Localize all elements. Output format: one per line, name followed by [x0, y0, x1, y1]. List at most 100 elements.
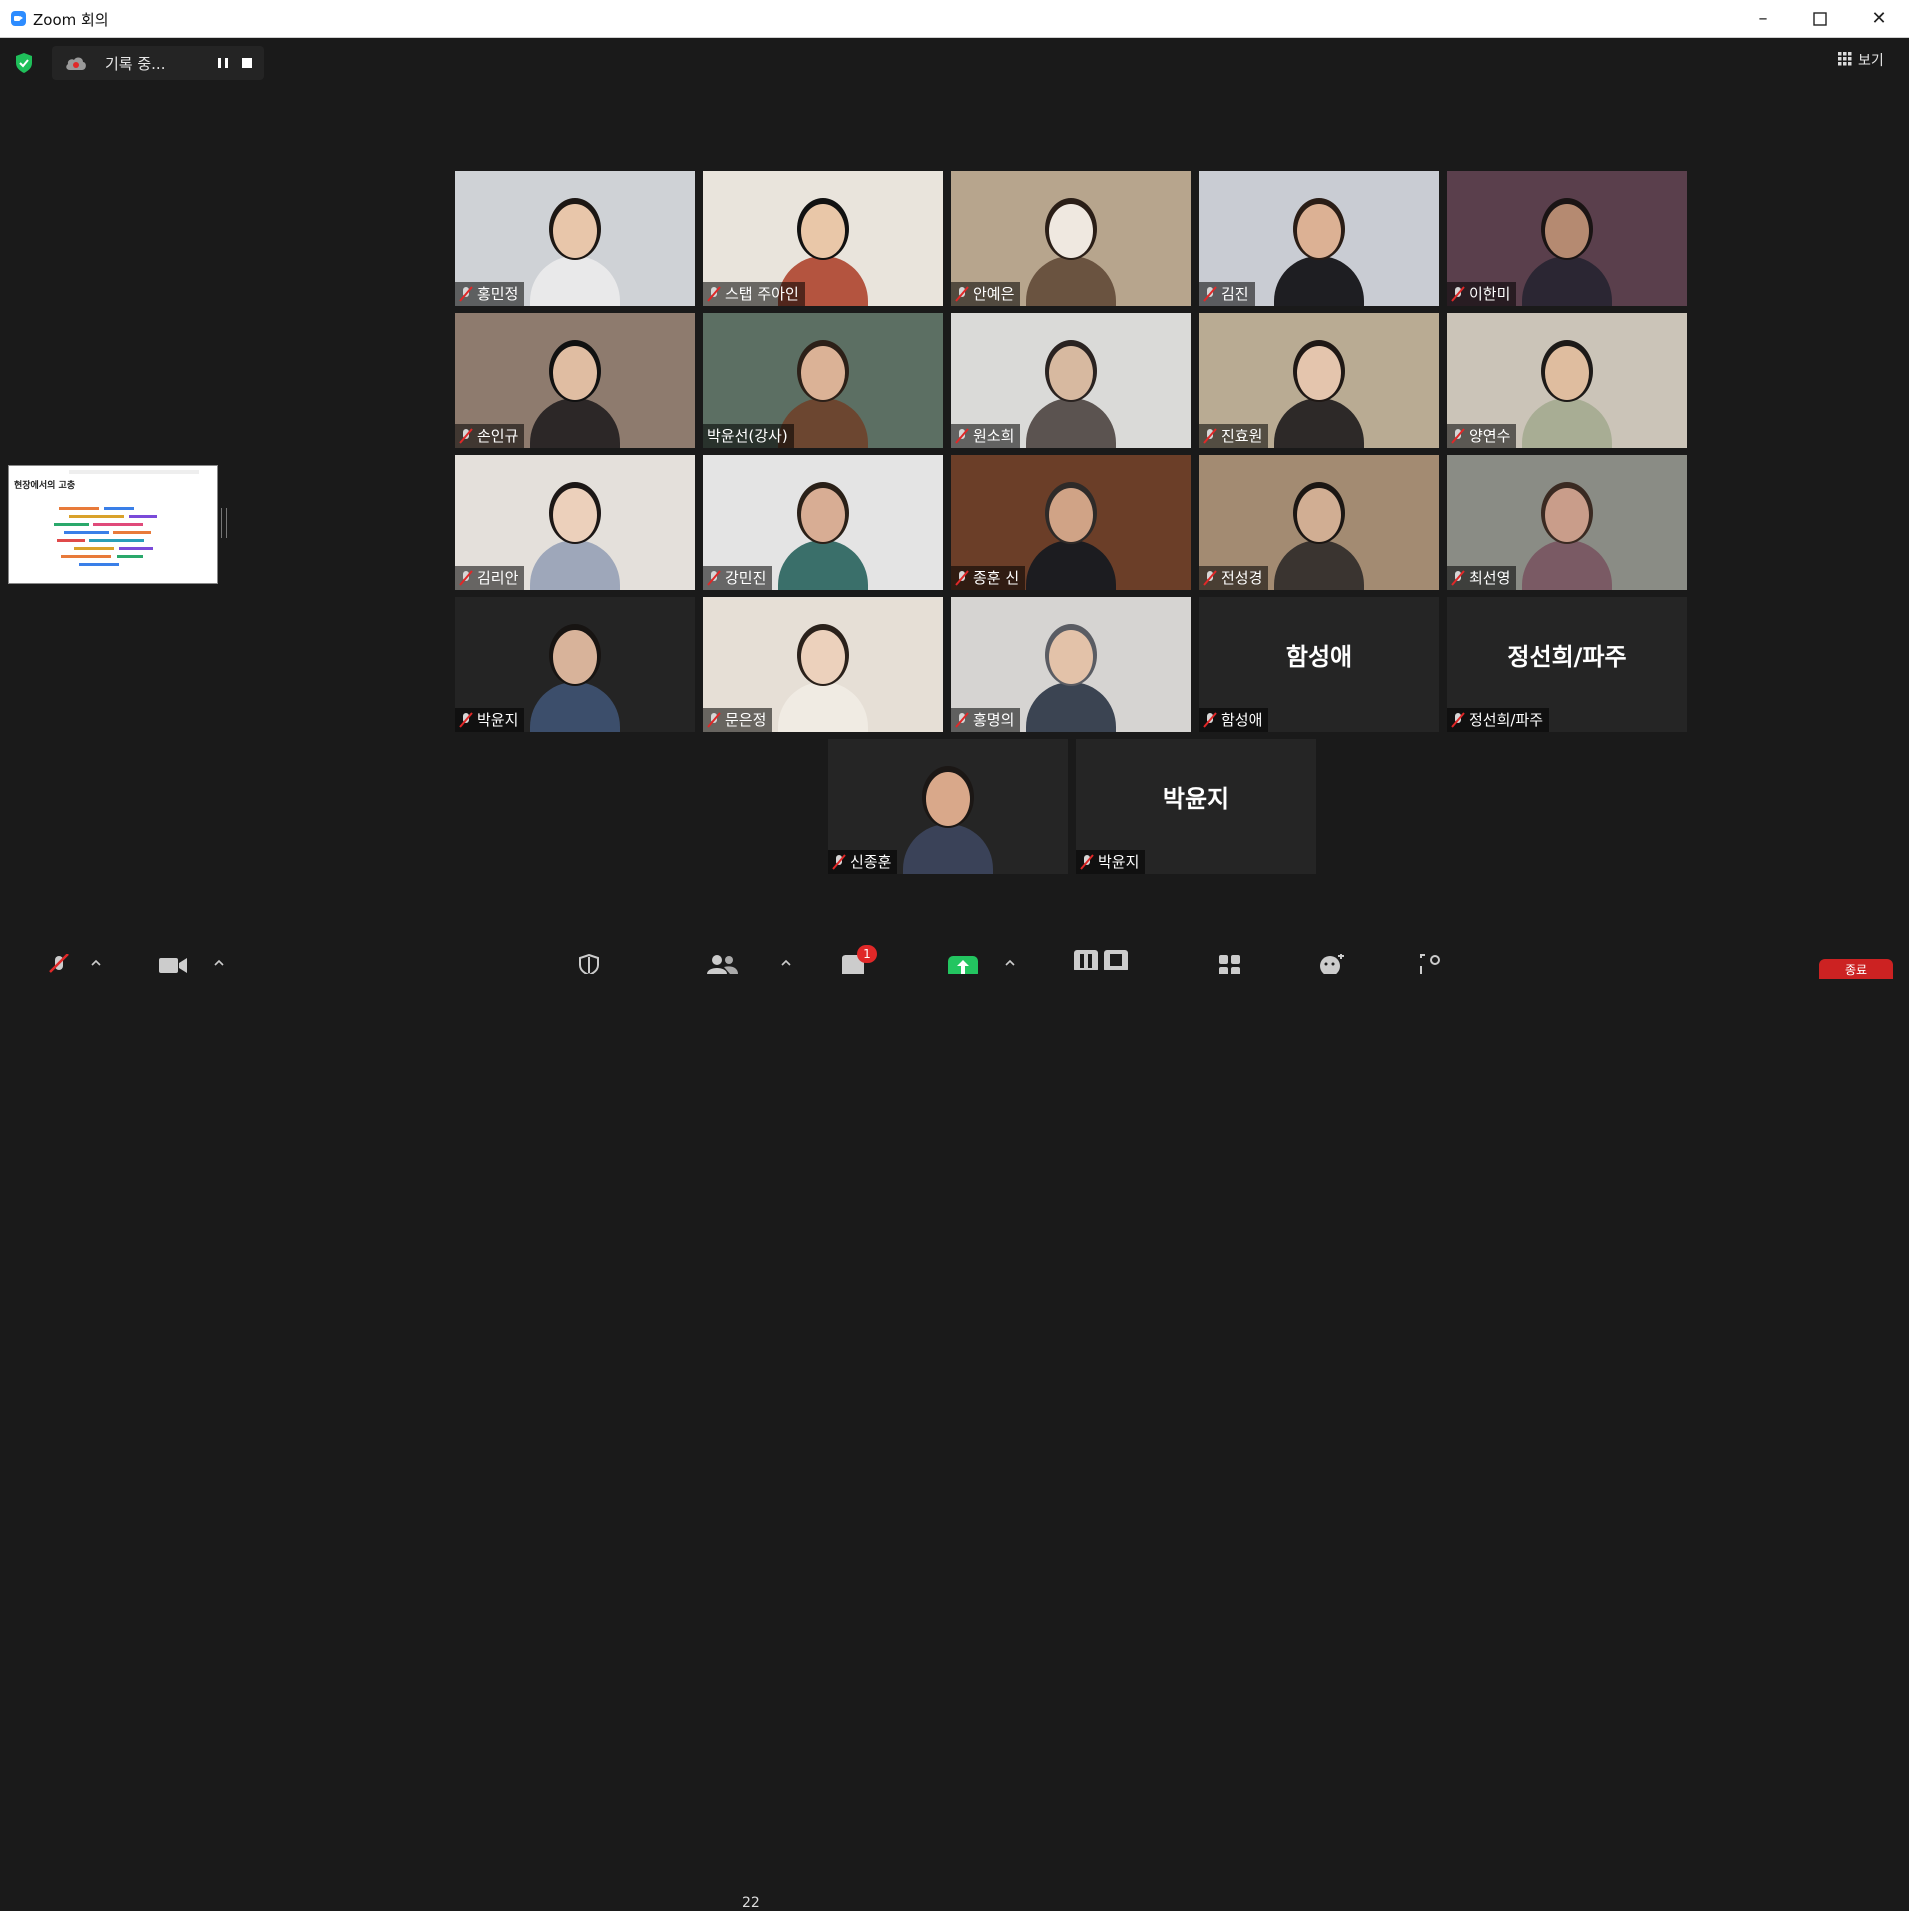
participant-tile[interactable]: 박윤지 박윤지 [1076, 739, 1316, 874]
minimize-button[interactable]: – [1740, 0, 1786, 37]
participant-name: 김진 [1221, 285, 1249, 303]
whiteboard-icon [1420, 954, 1440, 974]
participant-tile[interactable]: 이한미 [1447, 171, 1687, 306]
participant-name: 박윤지 [1098, 853, 1140, 871]
participant-nameplate: 진효원 [1199, 424, 1269, 448]
participant-tile[interactable]: 정선희/파주 정선희/파주 [1447, 597, 1687, 732]
participants-button[interactable] [706, 940, 742, 974]
participant-body [1026, 682, 1116, 732]
participant-body [530, 682, 620, 732]
participant-nameplate: 스탭 주아인 [703, 282, 805, 306]
more-button[interactable] [1418, 940, 1444, 974]
participant-figure [1026, 480, 1116, 590]
participant-face [801, 488, 845, 542]
participant-nameplate: 박윤지 [1076, 850, 1146, 874]
view-button[interactable]: 보기 [1838, 48, 1900, 72]
security-button[interactable] [578, 940, 606, 974]
chevron-up-icon [1005, 959, 1015, 966]
window-title: Zoom 회의 [33, 11, 109, 29]
participant-body [1522, 398, 1612, 448]
stop-recording-button[interactable] [236, 52, 258, 74]
mute-button[interactable] [46, 940, 86, 973]
security-shield-icon [579, 954, 599, 974]
participant-name-placeholder: 정선희/파주 [1507, 643, 1627, 671]
video-button[interactable] [158, 940, 198, 973]
participant-tile[interactable]: 안예은 [951, 171, 1191, 306]
participant-tile[interactable]: 홍명의 [951, 597, 1191, 732]
participant-tile[interactable]: 스탭 주아인 [703, 171, 943, 306]
participant-tile[interactable]: 김진 [1199, 171, 1439, 306]
reactions-button[interactable] [1318, 940, 1346, 974]
participant-tile[interactable]: 최선영 [1447, 455, 1687, 590]
chat-unread-badge: 1 [857, 945, 877, 963]
participants-icon [707, 955, 738, 974]
shared-screen-thumbnail[interactable]: 현장에서의 고충 [8, 465, 218, 584]
participant-tile[interactable]: 함성애 함성애 [1199, 597, 1439, 732]
panel-resize-handle[interactable] [221, 508, 227, 538]
video-options-caret[interactable] [213, 940, 229, 971]
participant-body [1274, 256, 1364, 306]
participant-tile[interactable]: 강민진 [703, 455, 943, 590]
participant-face [1049, 204, 1093, 258]
emoji-plus-icon [1320, 954, 1344, 974]
participant-tile[interactable]: 박윤지 [455, 597, 695, 732]
participant-nameplate: 박윤지 [455, 708, 525, 732]
participant-face [1049, 488, 1093, 542]
pause-recording-button[interactable] [212, 52, 234, 74]
meeting-toolbar: 22 [0, 940, 1909, 1911]
participant-tile[interactable]: 신종훈 [828, 739, 1068, 874]
participant-name: 최선영 [1469, 569, 1511, 587]
participant-nameplate: 박윤선(강사) [703, 424, 794, 448]
participant-face [801, 346, 845, 400]
apps-button[interactable] [1218, 940, 1244, 974]
end-meeting-button[interactable]: 종료 [1819, 959, 1893, 979]
participant-tile[interactable]: 김리안 [455, 455, 695, 590]
participant-nameplate: 신종훈 [828, 850, 898, 874]
participant-name: 홍민정 [477, 285, 519, 303]
participant-body [1274, 540, 1364, 590]
shield-icon[interactable] [14, 52, 34, 74]
participant-body [530, 398, 620, 448]
participant-tile[interactable]: 박윤선(강사) [703, 313, 943, 448]
participant-tile[interactable]: 양연수 [1447, 313, 1687, 448]
muted-mic-icon [459, 428, 473, 444]
record-controls[interactable] [1074, 940, 1132, 971]
participant-nameplate: 최선영 [1447, 566, 1517, 590]
participant-tile[interactable]: 전성경 [1199, 455, 1439, 590]
participant-name: 정선희/파주 [1469, 711, 1544, 729]
participant-tile[interactable]: 홍민정 [455, 171, 695, 306]
word-cloud-image [54, 507, 157, 566]
participant-face [553, 204, 597, 258]
participant-name: 함성애 [1221, 711, 1263, 729]
participant-name: 강민진 [725, 569, 767, 587]
muted-mic-icon [49, 954, 69, 973]
muted-mic-icon [1451, 570, 1465, 586]
participant-name: 이한미 [1469, 285, 1511, 303]
share-screen-button[interactable] [948, 940, 982, 974]
participants-options-caret[interactable] [780, 940, 796, 971]
maximize-icon [1813, 12, 1827, 26]
participant-tile[interactable]: 원소희 [951, 313, 1191, 448]
participant-name: 전성경 [1221, 569, 1263, 587]
participant-name-placeholder: 박윤지 [1162, 785, 1230, 813]
participant-tile[interactable]: 종훈 신 [951, 455, 1191, 590]
recording-indicator: 기록 중... [52, 46, 264, 80]
participant-body [778, 540, 868, 590]
participant-name: 신종훈 [850, 853, 892, 871]
share-options-caret[interactable] [1004, 940, 1020, 971]
close-button[interactable]: ✕ [1856, 0, 1902, 37]
audio-options-caret[interactable] [90, 940, 106, 971]
participant-figure [778, 622, 868, 732]
participant-tile[interactable]: 진효원 [1199, 313, 1439, 448]
participant-face [1049, 346, 1093, 400]
participant-tile[interactable]: 손인규 [455, 313, 695, 448]
muted-mic-icon [707, 570, 721, 586]
participant-figure [1522, 480, 1612, 590]
pause-stop-icon [1074, 950, 1128, 970]
maximize-button[interactable] [1797, 0, 1843, 37]
recording-label: 기록 중... [105, 55, 166, 73]
participant-name: 박윤지 [477, 711, 519, 729]
participant-body [1274, 398, 1364, 448]
participant-tile[interactable]: 문은정 [703, 597, 943, 732]
participant-nameplate: 안예은 [951, 282, 1021, 306]
